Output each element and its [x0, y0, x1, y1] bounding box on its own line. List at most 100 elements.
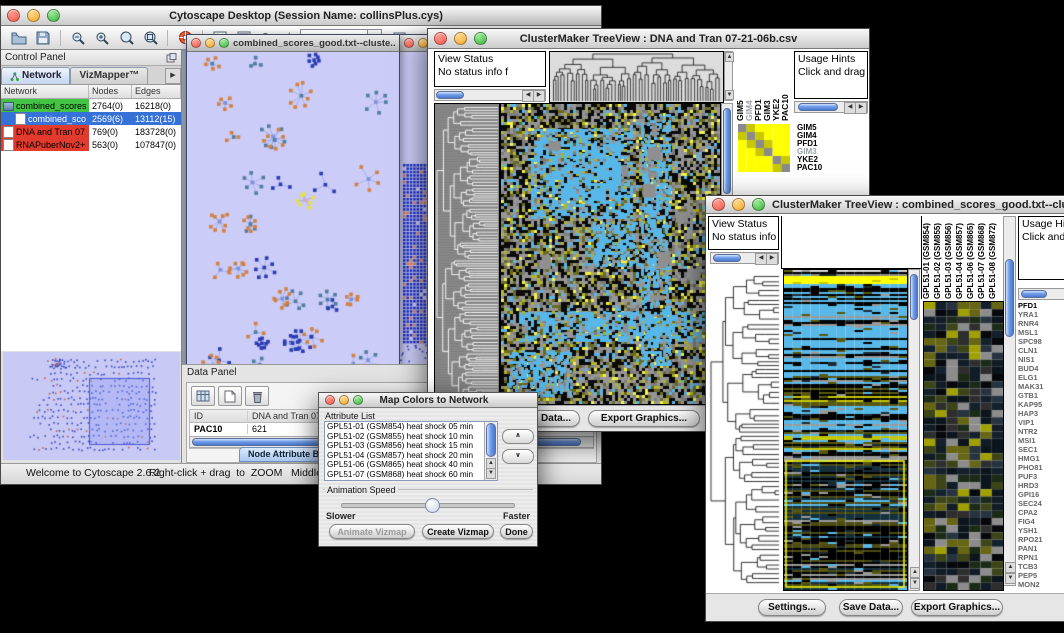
scroll-up-icon[interactable]: ▲ [1005, 562, 1016, 573]
scroll-down-icon[interactable]: ▼ [486, 468, 496, 479]
heatmap-canvas[interactable] [500, 103, 721, 405]
column-label[interactable]: GIM4 [744, 51, 753, 121]
column-label[interactable]: GPL51-07 (GSM868) [977, 216, 988, 299]
save-icon[interactable] [31, 28, 55, 48]
network-row[interactable]: combined_sco 2569(6) 13112(15) [1, 112, 181, 125]
zoom-panel-vscrollbar[interactable]: ▲ ▼ [1003, 216, 1016, 586]
delete-attribute-trash-icon[interactable] [245, 386, 269, 406]
gene-label[interactable]: PUF3 [1018, 472, 1064, 481]
float-panel-icon[interactable] [166, 53, 177, 63]
gene-label[interactable]: PHO81 [1018, 463, 1064, 472]
gene-label[interactable]: HAP3 [1018, 409, 1064, 418]
view-status-hscrollbar[interactable]: ◀ ▶ [434, 89, 546, 101]
row-dendrogram-canvas[interactable] [434, 103, 500, 405]
column-label[interactable]: GIM3 [762, 51, 771, 121]
gene-label[interactable]: MAK31 [1018, 382, 1064, 391]
scroll-right-icon[interactable]: ▶ [855, 102, 867, 114]
attribute-item[interactable]: GPL51-07 (GSM868) heat shock 60 min [325, 470, 497, 480]
usage-hints-hscrollbar[interactable] [1018, 288, 1064, 300]
close-button[interactable] [7, 9, 20, 22]
attribute-list-scrollbar[interactable]: ▲ ▼ [484, 422, 497, 480]
done-button[interactable]: Done [500, 524, 533, 539]
network-row[interactable]: RNAPuberNov2+ 563(0) 107847(0) [1, 138, 181, 151]
scroll-thumb[interactable] [1021, 290, 1047, 298]
export-graphics-button[interactable]: Export Graphics... [911, 599, 1003, 616]
mini-heatmap-canvas[interactable] [738, 124, 790, 172]
gene-label[interactable]: HMG1 [1018, 454, 1064, 463]
view-status-hscrollbar[interactable]: ◀ ▶ [710, 252, 779, 264]
gene-label[interactable]: BUD4 [1018, 364, 1064, 373]
tab-overflow-button[interactable]: ▶ [165, 68, 181, 84]
scroll-up-icon[interactable]: ▲ [910, 567, 920, 578]
scroll-down-icon[interactable]: ▼ [1005, 573, 1016, 584]
main-titlebar[interactable]: Cytoscape Desktop (Session Name: collins… [1, 6, 601, 26]
minimize-button[interactable] [454, 32, 467, 45]
gene-label[interactable]: PAN1 [1018, 544, 1064, 553]
column-label[interactable]: PAC10 [780, 51, 789, 121]
minimize-button[interactable] [27, 9, 40, 22]
gene-label[interactable]: SEC24 [1018, 499, 1064, 508]
column-label[interactable]: GPL51-08 (GSM872) [988, 216, 999, 299]
minimize-button[interactable] [205, 38, 215, 48]
gene-label[interactable]: RPN1 [1018, 553, 1064, 562]
attribute-item[interactable]: GPL51-01 (GSM854) heat shock 05 min [325, 422, 497, 432]
scroll-down-icon[interactable]: ▼ [725, 90, 734, 100]
column-label[interactable]: YKE2 [771, 51, 780, 121]
settings-button[interactable]: Settings... [758, 599, 826, 616]
close-button[interactable] [404, 38, 414, 48]
global-vscrollbar[interactable]: ▲ ▼ [908, 269, 920, 591]
gene-label[interactable]: YRA1 [1018, 310, 1064, 319]
column-tree-scrollbar[interactable]: ▲ ▼ [724, 51, 733, 101]
gene-label[interactable]: SPC98 [1018, 337, 1064, 346]
scroll-up-icon[interactable]: ▲ [725, 52, 734, 62]
dialog-titlebar[interactable]: Map Colors to Network [319, 393, 537, 408]
close-button[interactable] [434, 32, 447, 45]
network-overview-thumbnail[interactable] [3, 352, 180, 460]
network1-titlebar[interactable]: combined_scores_good.txt--cluste... [187, 35, 399, 52]
move-up-button[interactable]: ∧ [502, 429, 534, 444]
select-attributes-icon[interactable] [191, 386, 215, 406]
gene-label[interactable]: CLN1 [1018, 346, 1064, 355]
treeview1-titlebar[interactable]: ClusterMaker TreeView : DNA and Tran 07-… [428, 29, 869, 49]
scroll-thumb[interactable] [486, 423, 496, 457]
scroll-thumb[interactable] [723, 108, 731, 194]
zoom-out-icon[interactable] [66, 28, 90, 48]
column-label[interactable]: GPL51-01 (GSM854) [922, 216, 933, 299]
gene-label[interactable]: YSH1 [1018, 526, 1064, 535]
gene-label[interactable]: NIS1 [1018, 355, 1064, 364]
gene-label[interactable]: NTR2 [1018, 427, 1064, 436]
network1-canvas[interactable] [187, 52, 397, 369]
gene-label[interactable]: CPA2 [1018, 508, 1064, 517]
scroll-thumb[interactable] [798, 103, 838, 111]
zoom-in-icon[interactable] [90, 28, 114, 48]
scroll-thumb[interactable] [1005, 259, 1014, 337]
gene-label[interactable]: FIG4 [1018, 517, 1064, 526]
scroll-thumb[interactable] [713, 254, 741, 262]
gene-label[interactable]: GPI16 [1018, 490, 1064, 499]
attribute-item[interactable]: GPL51-02 (GSM855) heat shock 10 min [325, 432, 497, 442]
scroll-thumb[interactable] [910, 274, 918, 320]
column-label[interactable]: GPL51-04 (GSM857) [955, 216, 966, 299]
column-dendrogram-canvas[interactable] [549, 51, 724, 103]
row-dendrogram-canvas[interactable] [708, 269, 781, 589]
attribute-item[interactable]: GPL51-04 (GSM857) heat shock 20 min [325, 451, 497, 461]
column-label[interactable]: GPL51-02 (GSM855) [933, 216, 944, 299]
treeview2-titlebar[interactable]: ClusterMaker TreeView : combined_scores_… [706, 196, 1064, 214]
gene-label[interactable]: ELG1 [1018, 373, 1064, 382]
network-row[interactable]: DNA and Tran 07 769(0) 183728(0) [1, 125, 181, 138]
save-data-button[interactable]: Save Data... [839, 599, 903, 616]
network-row[interactable]: combined_scores 2764(0) 16218(0) [1, 99, 181, 112]
gene-label[interactable]: KAP95 [1018, 400, 1064, 409]
tab-vizmapper[interactable]: VizMapper™ [70, 67, 148, 84]
close-button[interactable] [712, 198, 725, 211]
column-label[interactable]: PFD1 [753, 51, 762, 121]
gene-label[interactable]: RPO21 [1018, 535, 1064, 544]
gene-label[interactable]: GTB1 [1018, 391, 1064, 400]
scroll-right-icon[interactable]: ▶ [533, 90, 545, 102]
zoom-button[interactable] [219, 38, 229, 48]
animate-vizmap-button[interactable]: Animate Vizmap [329, 524, 415, 539]
gene-label[interactable]: MSL1 [1018, 328, 1064, 337]
global-heatmap-canvas[interactable] [783, 269, 908, 591]
row-label[interactable]: PAC10 [797, 164, 865, 172]
attribute-item[interactable]: GPL51-03 (GSM856) heat shock 15 min [325, 441, 497, 451]
